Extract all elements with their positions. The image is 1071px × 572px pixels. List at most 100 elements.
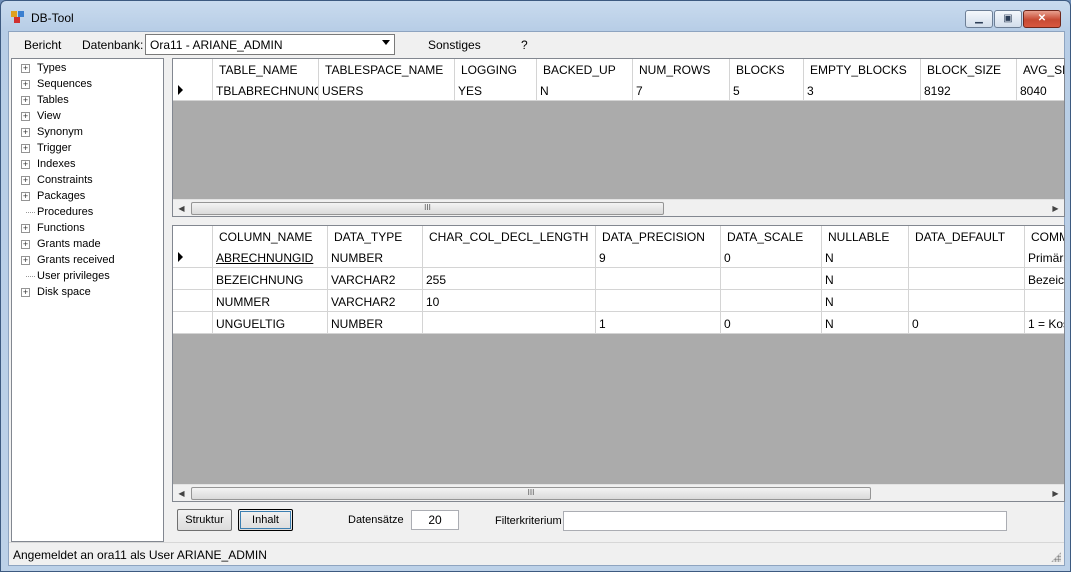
expand-plus-icon[interactable]: + [21, 80, 30, 89]
grid-cell[interactable]: 1 = Kos [1025, 312, 1064, 334]
tree-item[interactable]: + Constraints [12, 173, 162, 189]
grid-cell[interactable]: Primärs [1025, 246, 1064, 268]
column-header[interactable]: DATA_DEFAULT [909, 226, 1025, 246]
grid-cell[interactable]: N [822, 246, 909, 268]
scrollbar-thumb[interactable]: III [191, 202, 664, 215]
inhalt-button[interactable]: Inhalt [238, 509, 293, 531]
object-tree[interactable]: + Types + Sequences + Tables + View + Synonym + Tri… [11, 58, 164, 542]
grid-corner[interactable] [173, 59, 213, 79]
expand-plus-icon[interactable]: + [21, 144, 30, 153]
expand-plus-icon[interactable]: + [21, 240, 30, 249]
datenbank-select[interactable]: Ora11 - ARIANE_ADMIN [145, 34, 395, 55]
menu-help[interactable]: ? [521, 38, 528, 52]
column-header[interactable]: NULLABLE [822, 226, 909, 246]
column-header[interactable]: NUM_ROWS [633, 59, 730, 79]
title-bar[interactable]: DB-Tool ▁ ▣ ✕ [1, 1, 1070, 31]
column-header[interactable]: COMM [1025, 226, 1064, 246]
resize-grip-icon[interactable] [1051, 552, 1061, 562]
struktur-button[interactable]: Struktur [177, 509, 232, 531]
tree-item[interactable]: + Indexes [12, 157, 162, 173]
grid-cell[interactable]: 0 [721, 312, 822, 334]
grid-cell[interactable]: 9 [596, 246, 721, 268]
grid-cell[interactable]: Bezeic [1025, 268, 1064, 290]
tree-item[interactable]: + Grants made [12, 237, 162, 253]
grid-cell[interactable]: 8192 [921, 79, 1017, 101]
tree-item[interactable]: + Synonym [12, 125, 162, 141]
column-grid[interactable]: COLUMN_NAME DATA_TYPE CHAR_COL_DECL_LENGTH… [172, 225, 1065, 502]
filterkriterium-input[interactable] [563, 511, 1007, 531]
tree-item[interactable]: + Grants received [12, 253, 162, 269]
grid-cell[interactable] [423, 246, 596, 268]
grid-cell[interactable]: UNGUELTIG [213, 312, 328, 334]
column-header[interactable]: EMPTY_BLOCKS [804, 59, 921, 79]
grid-cell[interactable]: 1 [596, 312, 721, 334]
grid-cell[interactable] [423, 312, 596, 334]
grid-corner[interactable] [173, 226, 213, 246]
grid-cell[interactable]: NUMBER [328, 246, 423, 268]
column-header[interactable]: TABLE_NAME [213, 59, 319, 79]
tree-item[interactable]: + Sequences [12, 77, 162, 93]
column-header[interactable]: DATA_TYPE [328, 226, 423, 246]
row-header[interactable] [173, 246, 213, 268]
expand-plus-icon[interactable]: + [21, 288, 30, 297]
grid-cell[interactable]: TBLABRECHNUNG [213, 79, 319, 101]
tree-item[interactable]: + Trigger [12, 141, 162, 157]
tree-item[interactable]: Procedures [12, 205, 162, 221]
close-button[interactable]: ✕ [1023, 10, 1061, 28]
grid-cell[interactable]: USERS [319, 79, 455, 101]
menu-bericht[interactable]: Bericht [24, 38, 61, 52]
tree-item[interactable]: User privileges [12, 269, 162, 285]
grid-cell[interactable]: YES [455, 79, 537, 101]
datensaetze-input[interactable]: 20 [411, 510, 459, 530]
grid-cell[interactable]: 7 [633, 79, 730, 101]
expand-plus-icon[interactable]: + [21, 160, 30, 169]
column-header[interactable]: BACKED_UP [537, 59, 633, 79]
column-header[interactable]: CHAR_COL_DECL_LENGTH [423, 226, 596, 246]
table-row[interactable]: ABRECHNUNGIDNUMBER 90N Primärs [173, 246, 1064, 268]
row-header[interactable] [173, 268, 213, 290]
tree-item[interactable]: + Packages [12, 189, 162, 205]
column-header[interactable]: LOGGING [455, 59, 537, 79]
expand-plus-icon[interactable]: + [21, 64, 30, 73]
expand-plus-icon[interactable]: + [21, 176, 30, 185]
expand-plus-icon[interactable]: + [21, 112, 30, 121]
grid-cell[interactable]: 255 [423, 268, 596, 290]
expand-plus-icon[interactable]: + [21, 256, 30, 265]
grid-cell[interactable]: 10 [423, 290, 596, 312]
table-row[interactable]: BEZEICHNUNG VARCHAR2 255 N Bezeic [173, 268, 1064, 290]
scroll-left-icon[interactable]: ◀ [173, 485, 190, 502]
column-grid-scrollbar[interactable]: ◀ III ▶ [173, 484, 1064, 501]
row-header[interactable] [173, 290, 213, 312]
column-header[interactable]: COLUMN_NAME [213, 226, 328, 246]
chevron-down-icon[interactable] [382, 40, 390, 45]
grid-cell[interactable]: 0 [721, 246, 822, 268]
table-grid[interactable]: TABLE_NAME TABLESPACE_NAME LOGGING BACKED_U… [172, 58, 1065, 217]
maximize-button[interactable]: ▣ [994, 10, 1022, 28]
expand-plus-icon[interactable]: + [21, 224, 30, 233]
table-row[interactable]: NUMMER VARCHAR2 10 N [173, 290, 1064, 312]
table-row[interactable]: TBLABRECHNUNG USERS YES N 7 5 3 8192 8040 [173, 79, 1064, 101]
table-grid-scrollbar[interactable]: ◀ III ▶ [173, 199, 1064, 216]
grid-cell[interactable]: BEZEICHNUNG [213, 268, 328, 290]
grid-cell[interactable]: N [822, 268, 909, 290]
grid-cell[interactable] [721, 290, 822, 312]
column-header[interactable]: TABLESPACE_NAME [319, 59, 455, 79]
scroll-right-icon[interactable]: ▶ [1047, 485, 1064, 502]
grid-cell[interactable] [596, 290, 721, 312]
row-header[interactable] [173, 79, 213, 101]
table-row[interactable]: UNGUELTIG NUMBER 1 0 N 0 1 = Kos [173, 312, 1064, 334]
grid-cell[interactable] [1025, 290, 1064, 312]
grid-cell[interactable]: 0 [909, 312, 1025, 334]
grid-cell[interactable] [721, 268, 822, 290]
grid-cell[interactable]: NUMBER [328, 312, 423, 334]
minimize-button[interactable]: ▁ [965, 10, 993, 28]
tree-item[interactable]: + View [12, 109, 162, 125]
grid-cell[interactable]: ABRECHNUNGID [213, 246, 328, 268]
grid-cell[interactable]: 3 [804, 79, 921, 101]
grid-cell[interactable]: N [822, 290, 909, 312]
expand-plus-icon[interactable]: + [21, 128, 30, 137]
column-header[interactable]: AVG_SP [1017, 59, 1064, 79]
tree-item[interactable]: + Types [12, 61, 162, 77]
grid-cell[interactable]: VARCHAR2 [328, 290, 423, 312]
menu-sonstiges[interactable]: Sonstiges [428, 38, 481, 52]
